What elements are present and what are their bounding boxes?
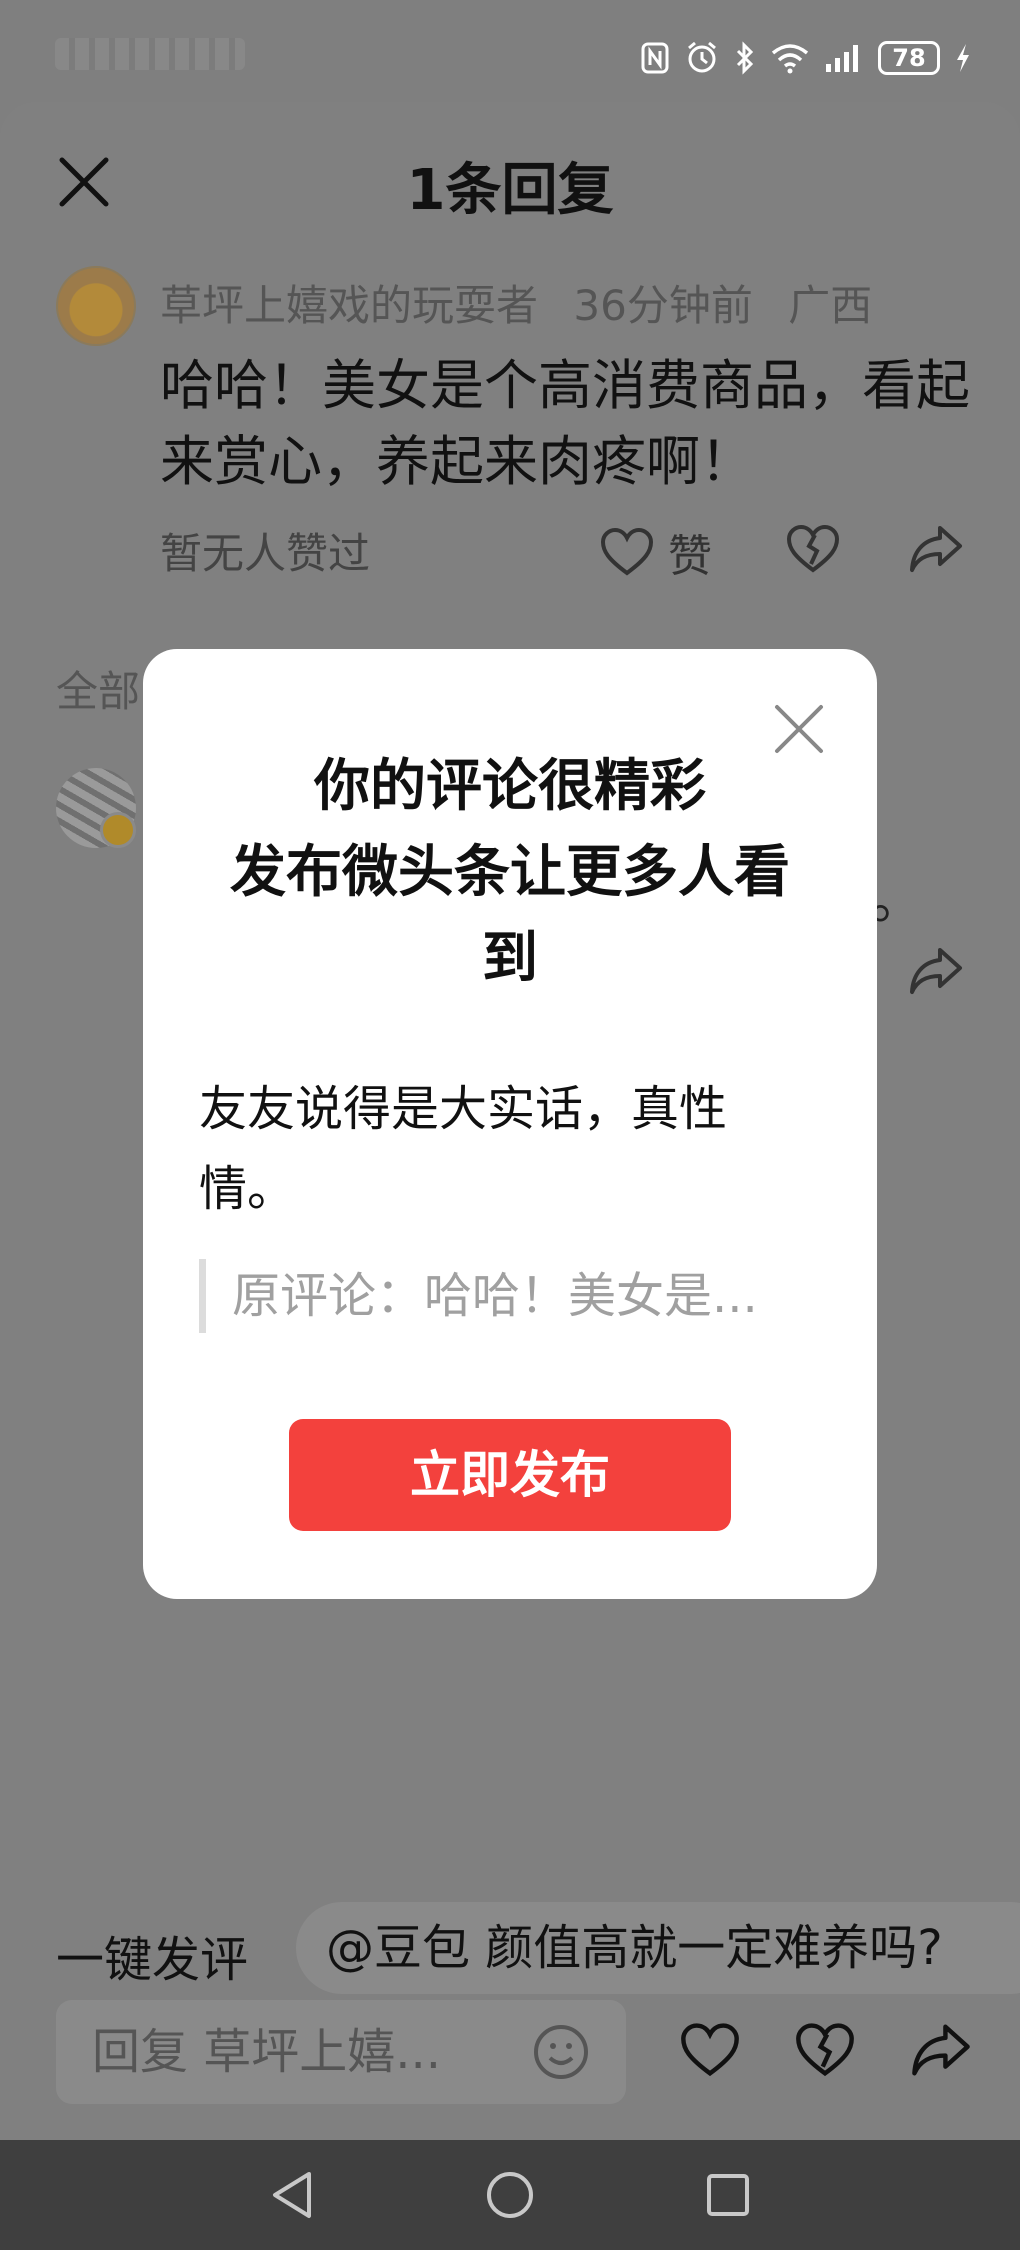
likes-status: 暂无人赞过 xyxy=(160,529,371,578)
dialog-title: 你的评论很精彩 发布微头条让更多人看到 xyxy=(203,744,817,1002)
wifi-icon xyxy=(771,44,809,74)
dialog-title-line1: 你的评论很精彩 xyxy=(314,754,706,819)
avatar[interactable] xyxy=(56,266,136,346)
dialog-comment-text: 友友说得是大实话，真性情。 xyxy=(199,1081,728,1217)
bluetooth-icon xyxy=(736,41,754,75)
home-icon[interactable] xyxy=(485,2170,535,2220)
nfc-icon xyxy=(641,42,669,74)
alarm-icon xyxy=(688,41,716,73)
broken-heart-icon[interactable] xyxy=(786,524,840,574)
page-title: 1条回复 xyxy=(406,158,614,223)
publish-button[interactable]: 立即发布 xyxy=(289,1419,731,1531)
share-icon[interactable] xyxy=(908,524,964,574)
comment-location: 广西 xyxy=(788,281,873,330)
like-button[interactable]: 赞 xyxy=(600,520,712,584)
heart-icon[interactable] xyxy=(680,2022,740,2078)
broken-heart-icon[interactable] xyxy=(795,2022,855,2078)
battery-indicator: 78 xyxy=(878,41,940,75)
emoji-icon[interactable] xyxy=(532,2023,590,2081)
like-label: 赞 xyxy=(668,531,712,582)
back-icon[interactable] xyxy=(269,2170,315,2220)
comment-meta: 草坪上嬉戏的玩耍者 36分钟前 广西 xyxy=(160,272,894,333)
share-icon[interactable] xyxy=(908,946,964,996)
system-nav-bar xyxy=(0,2140,1020,2250)
share-icon[interactable] xyxy=(910,2022,972,2078)
section-label: 全部 xyxy=(56,667,141,716)
quick-comment-chip[interactable]: @豆包 颜值高就一定难养吗? xyxy=(296,1902,1020,1994)
original-comment-quote: 原评论：哈哈！美女是... xyxy=(199,1259,799,1333)
quick-comment-label[interactable]: 一键发评 xyxy=(56,1920,248,1990)
status-time-blurred xyxy=(55,38,245,70)
reply-text-tail: 。 xyxy=(870,868,924,931)
publish-dialog: 你的评论很精彩 发布微头条让更多人看到 友友说得是大实话，真性情。 原评论：哈哈… xyxy=(143,649,877,1599)
verified-badge-icon xyxy=(100,812,136,848)
status-bar: 78 xyxy=(0,0,1020,100)
status-icons: 78 xyxy=(640,38,972,78)
heart-icon xyxy=(600,527,654,576)
dialog-title-line2: 发布微头条让更多人看到 xyxy=(230,840,790,991)
comment-author[interactable]: 草坪上嬉戏的玩耍者 xyxy=(160,281,538,330)
comment-time: 36分钟前 xyxy=(573,281,753,330)
charging-icon xyxy=(957,44,969,72)
recents-icon[interactable] xyxy=(705,2172,751,2218)
signal-icon xyxy=(826,45,858,72)
comment-text: 哈哈！美女是个高消费商品，看起来赏心，养起来肉疼啊！ xyxy=(160,354,970,493)
